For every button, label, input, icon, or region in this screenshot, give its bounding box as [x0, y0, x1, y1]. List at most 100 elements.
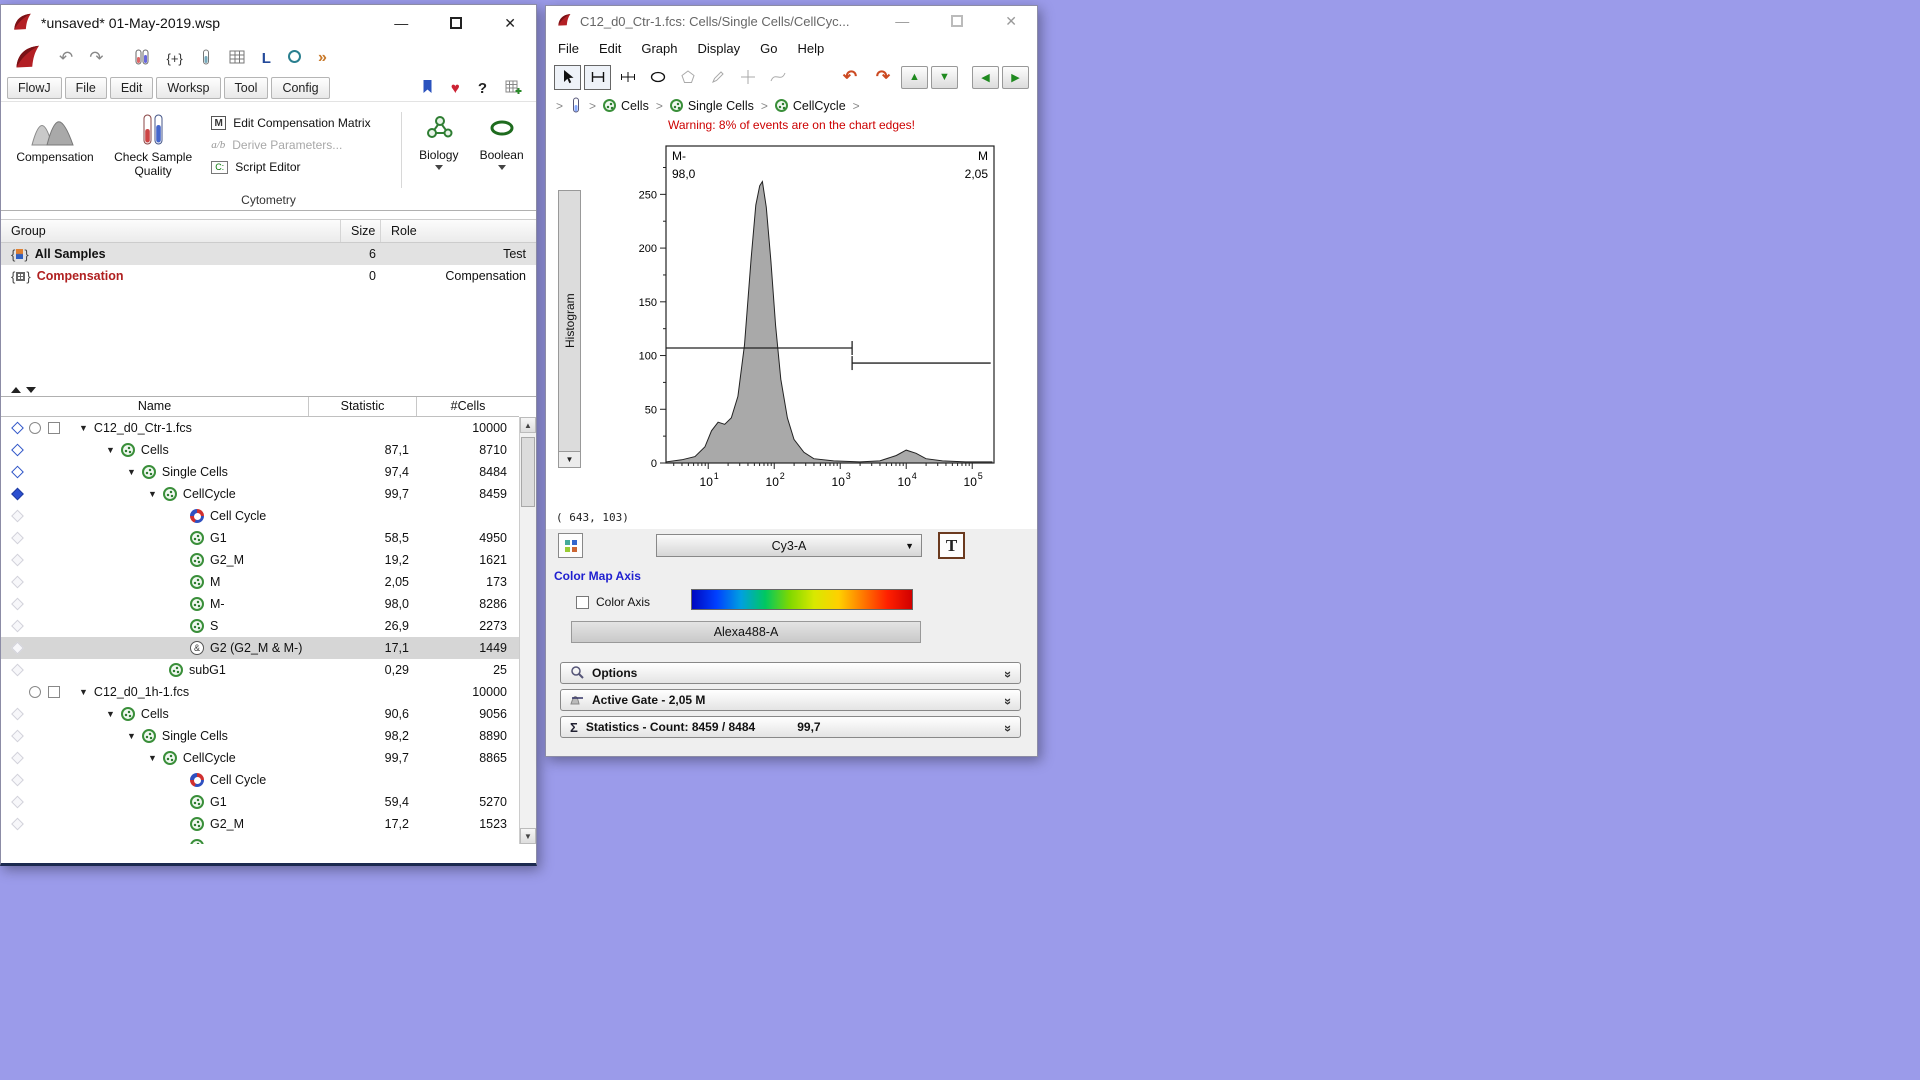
range-gate-tool[interactable] — [584, 65, 611, 90]
tree-row[interactable]: ▼Single Cells97,48484 — [1, 461, 519, 483]
text-annotation-button[interactable]: T — [938, 532, 965, 559]
column-header-statistic[interactable]: Statistic — [309, 397, 417, 416]
column-header-size[interactable]: Size — [341, 220, 381, 242]
column-header-role[interactable]: Role — [381, 220, 536, 242]
tree-row[interactable]: &G2 (G2_M & M-)17,11449 — [1, 637, 519, 659]
select-tool[interactable] — [554, 65, 581, 90]
favorites-icon[interactable]: ♥ — [451, 80, 460, 97]
sample-checkbox[interactable] — [48, 422, 60, 434]
quad-gate-tool[interactable] — [734, 65, 761, 90]
menu-graph[interactable]: Graph — [641, 41, 677, 56]
expand-chevron-icon[interactable]: » — [1001, 670, 1016, 675]
biology-dropdown[interactable]: Biology — [410, 106, 467, 194]
plot-type-selector[interactable]: Histogram ▼ — [558, 190, 581, 468]
channel-settings-button[interactable] — [558, 533, 583, 558]
menu-edit[interactable]: Edit — [599, 41, 621, 56]
sample-tube-button[interactable] — [570, 97, 582, 114]
sample-checkbox[interactable] — [48, 686, 60, 698]
ancestor-up-icon[interactable]: ▲ — [901, 66, 928, 89]
close-button[interactable]: ✕ — [1005, 14, 1017, 28]
tab-edit[interactable]: Edit — [110, 77, 154, 99]
tree-row[interactable]: G2_M19,21621 — [1, 549, 519, 571]
sample-tube-icon[interactable] — [200, 49, 212, 68]
color-axis-option[interactable]: Color Axis — [576, 595, 650, 609]
redo-icon[interactable]: ↷ — [89, 48, 103, 68]
collapse-icon[interactable]: ▼ — [127, 731, 136, 741]
close-button[interactable]: ✕ — [504, 16, 516, 30]
tree-row[interactable]: subG10,2925 — [1, 659, 519, 681]
tree-row[interactable]: ▼Cells87,18710 — [1, 439, 519, 461]
tree-row[interactable]: M2,05173 — [1, 571, 519, 593]
tree-row[interactable]: M-98,08286 — [1, 593, 519, 615]
batch-icon[interactable]: » — [318, 49, 327, 67]
scroll-up-icon[interactable]: ▲ — [520, 417, 536, 433]
compensation-button[interactable]: Compensation — [9, 106, 101, 194]
title-bar[interactable]: *unsaved* 01-May-2019.wsp — ✕ — [1, 5, 536, 41]
undo-icon[interactable]: ↶ — [835, 67, 865, 87]
tree-row[interactable]: Cell Cycle — [1, 505, 519, 527]
maximize-button[interactable] — [450, 17, 462, 29]
tree-row[interactable]: G159,45270 — [1, 791, 519, 813]
descendant-down-icon[interactable]: ▼ — [931, 66, 958, 89]
undo-icon[interactable]: ↶ — [59, 48, 73, 68]
tree-row[interactable]: G158,54950 — [1, 527, 519, 549]
spline-gate-tool[interactable] — [764, 65, 791, 90]
column-header-cells[interactable]: #Cells — [417, 397, 519, 416]
add-samples-icon[interactable] — [134, 49, 150, 68]
band-view-icon[interactable] — [288, 50, 301, 66]
collapse-icon[interactable]: ▼ — [148, 489, 157, 499]
derive-parameter-icon[interactable]: {+} — [167, 51, 183, 66]
derive-parameters-button[interactable]: a/b Derive Parameters... — [211, 138, 395, 152]
group-table-header[interactable]: Group Size Role — [1, 219, 536, 243]
help-icon[interactable]: ? — [478, 80, 487, 97]
tab-tool[interactable]: Tool — [224, 77, 269, 99]
title-bar[interactable]: C12_d0_Ctr-1.fcs: Cells/Single Cells/Cel… — [546, 6, 1037, 36]
edit-compensation-matrix-button[interactable]: M Edit Compensation Matrix — [211, 116, 395, 130]
expand-chevron-icon[interactable]: » — [1001, 697, 1016, 702]
boolean-dropdown[interactable]: Boolean — [473, 106, 530, 194]
active-gate-panel-bar[interactable]: Active Gate - 2,05 M » — [560, 689, 1021, 711]
script-editor-button[interactable]: C: Script Editor — [211, 160, 395, 174]
collapse-icon[interactable]: ▼ — [127, 467, 136, 477]
splitter-up-icon[interactable] — [11, 387, 21, 393]
check-sample-quality-button[interactable]: Check Sample Quality — [107, 106, 199, 194]
tree-row[interactable]: ▼CellCycle99,78865 — [1, 747, 519, 769]
minimize-button[interactable]: — — [394, 16, 408, 30]
next-sample-icon[interactable]: ▶ — [1002, 66, 1029, 89]
menu-go[interactable]: Go — [760, 41, 777, 56]
tree-row[interactable]: ▼Single Cells98,28890 — [1, 725, 519, 747]
x-axis-parameter-dropdown[interactable]: Cy3-A ▼ — [656, 534, 922, 557]
scroll-thumb[interactable] — [521, 437, 535, 507]
menu-file[interactable]: File — [558, 41, 579, 56]
polygon-gate-tool[interactable] — [674, 65, 701, 90]
tab-workspace[interactable]: Worksp — [156, 77, 220, 99]
bisector-gate-tool[interactable] — [614, 65, 641, 90]
statistics-panel-bar[interactable]: Σ Statistics - Count: 8459 / 8484 99,7 » — [560, 716, 1021, 738]
pencil-gate-tool[interactable] — [704, 65, 731, 90]
collapse-icon[interactable]: ▼ — [79, 423, 88, 433]
color-axis-parameter-button[interactable]: Alexa488-A — [571, 621, 921, 643]
breadcrumb-item-cellcycle[interactable]: CellCycle — [775, 99, 846, 113]
tree-row[interactable]: ▼C12_d0_1h-1.fcs10000 — [1, 681, 519, 703]
scroll-down-icon[interactable]: ▼ — [520, 828, 536, 844]
tree-row[interactable]: ▼C12_d0_Ctr-1.fcs10000 — [1, 417, 519, 439]
tree-row[interactable]: G2_M17,21523 — [1, 813, 519, 835]
previous-sample-icon[interactable]: ◀ — [972, 66, 999, 89]
tab-config[interactable]: Config — [271, 77, 329, 99]
menu-help[interactable]: Help — [797, 41, 824, 56]
menu-display[interactable]: Display — [698, 41, 741, 56]
layout-editor-icon[interactable]: L — [262, 50, 271, 67]
group-row-all-samples[interactable]: All Samples 6 Test — [1, 243, 536, 265]
column-header-group[interactable]: Group — [1, 220, 341, 242]
tab-flowjo[interactable]: FlowJ — [7, 77, 62, 99]
minimize-button[interactable]: — — [895, 14, 909, 28]
bookmark-icon[interactable] — [422, 79, 433, 97]
ellipse-gate-tool[interactable] — [644, 65, 671, 90]
table-editor-icon[interactable] — [229, 50, 245, 67]
maximize-button[interactable] — [951, 15, 963, 27]
tree-scrollbar[interactable]: ▲ ▼ — [519, 417, 536, 844]
tab-file[interactable]: File — [65, 77, 107, 99]
tree-row[interactable]: ▼CellCycle99,78459 — [1, 483, 519, 505]
histogram-plot[interactable]: 050100150200250101102103104105M-98,0M2,0… — [634, 136, 1014, 508]
tree-row[interactable] — [1, 835, 519, 844]
